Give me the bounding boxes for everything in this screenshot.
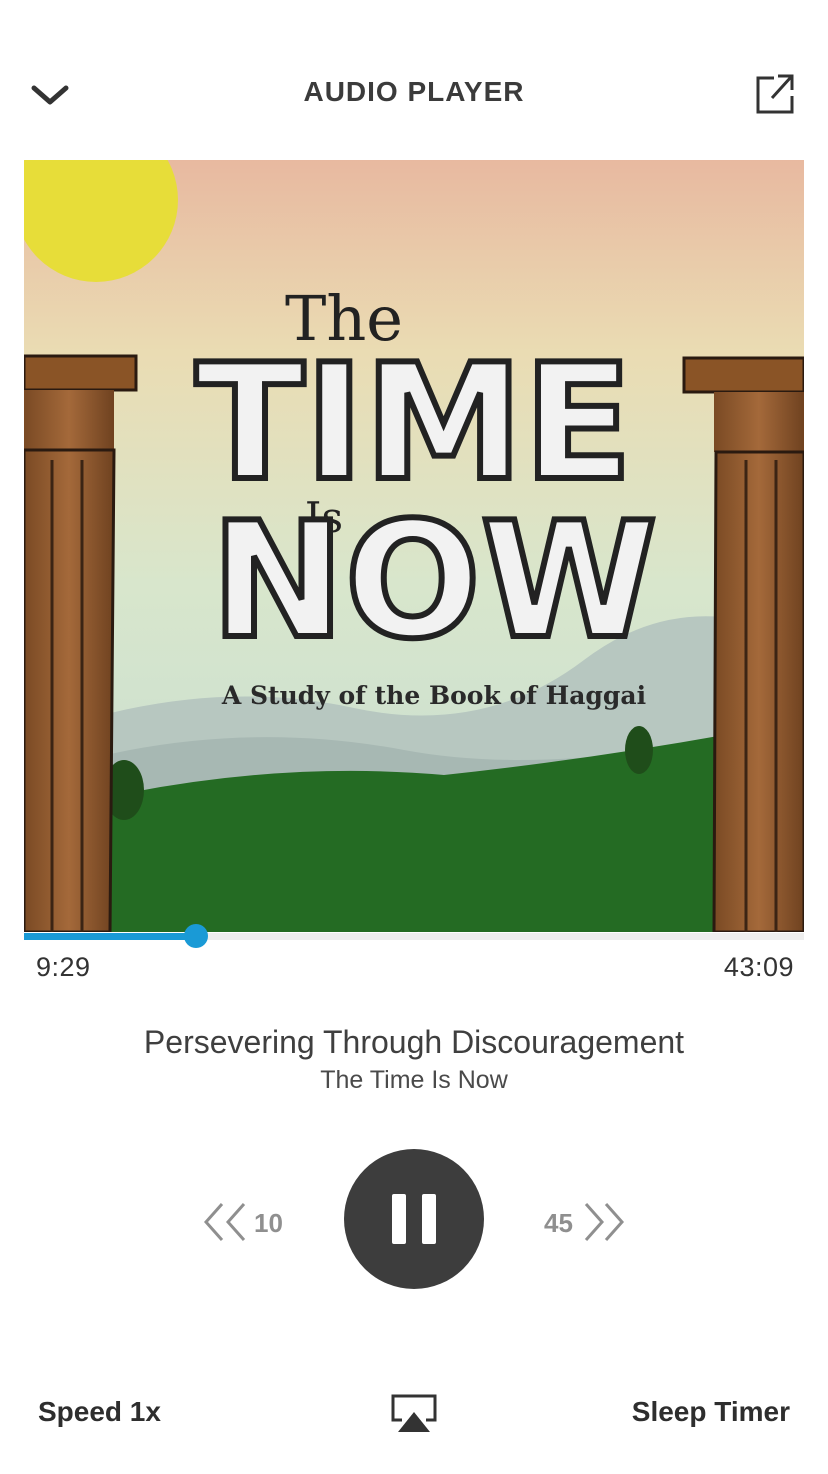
progress-fill [24, 933, 196, 940]
rewind-seconds: 10 [254, 1208, 283, 1238]
rewind-button[interactable]: 10 [200, 1198, 290, 1246]
airplay-button[interactable] [390, 1392, 438, 1436]
external-share-icon [756, 74, 794, 114]
share-button[interactable] [748, 68, 800, 120]
airplay-icon [391, 1394, 437, 1432]
duration-time: 43:09 [723, 952, 794, 982]
rewind-icon [203, 1203, 246, 1241]
elapsed-time: 9:29 [36, 952, 91, 982]
speed-button[interactable]: Speed 1x [38, 1396, 161, 1428]
forward-seconds: 45 [544, 1208, 573, 1238]
page-title: AUDIO PLAYER [303, 76, 525, 107]
pause-button[interactable] [344, 1149, 484, 1289]
album-artwork: The TIME Is NOW A Study of the Book of H… [24, 160, 804, 932]
artwork-now-text: NOW [211, 487, 657, 674]
sleep-timer-button[interactable]: Sleep Timer [632, 1396, 790, 1428]
episode-title: Persevering Through Discouragement [143, 1024, 685, 1060]
artwork-subtitle: A Study of the Book of Haggai [221, 681, 646, 710]
progress-thumb[interactable] [183, 924, 208, 948]
forward-button[interactable]: 45 [542, 1198, 632, 1246]
series-title: The Time Is Now [320, 1066, 508, 1094]
pause-icon [392, 1194, 406, 1244]
forward-icon [584, 1203, 625, 1241]
